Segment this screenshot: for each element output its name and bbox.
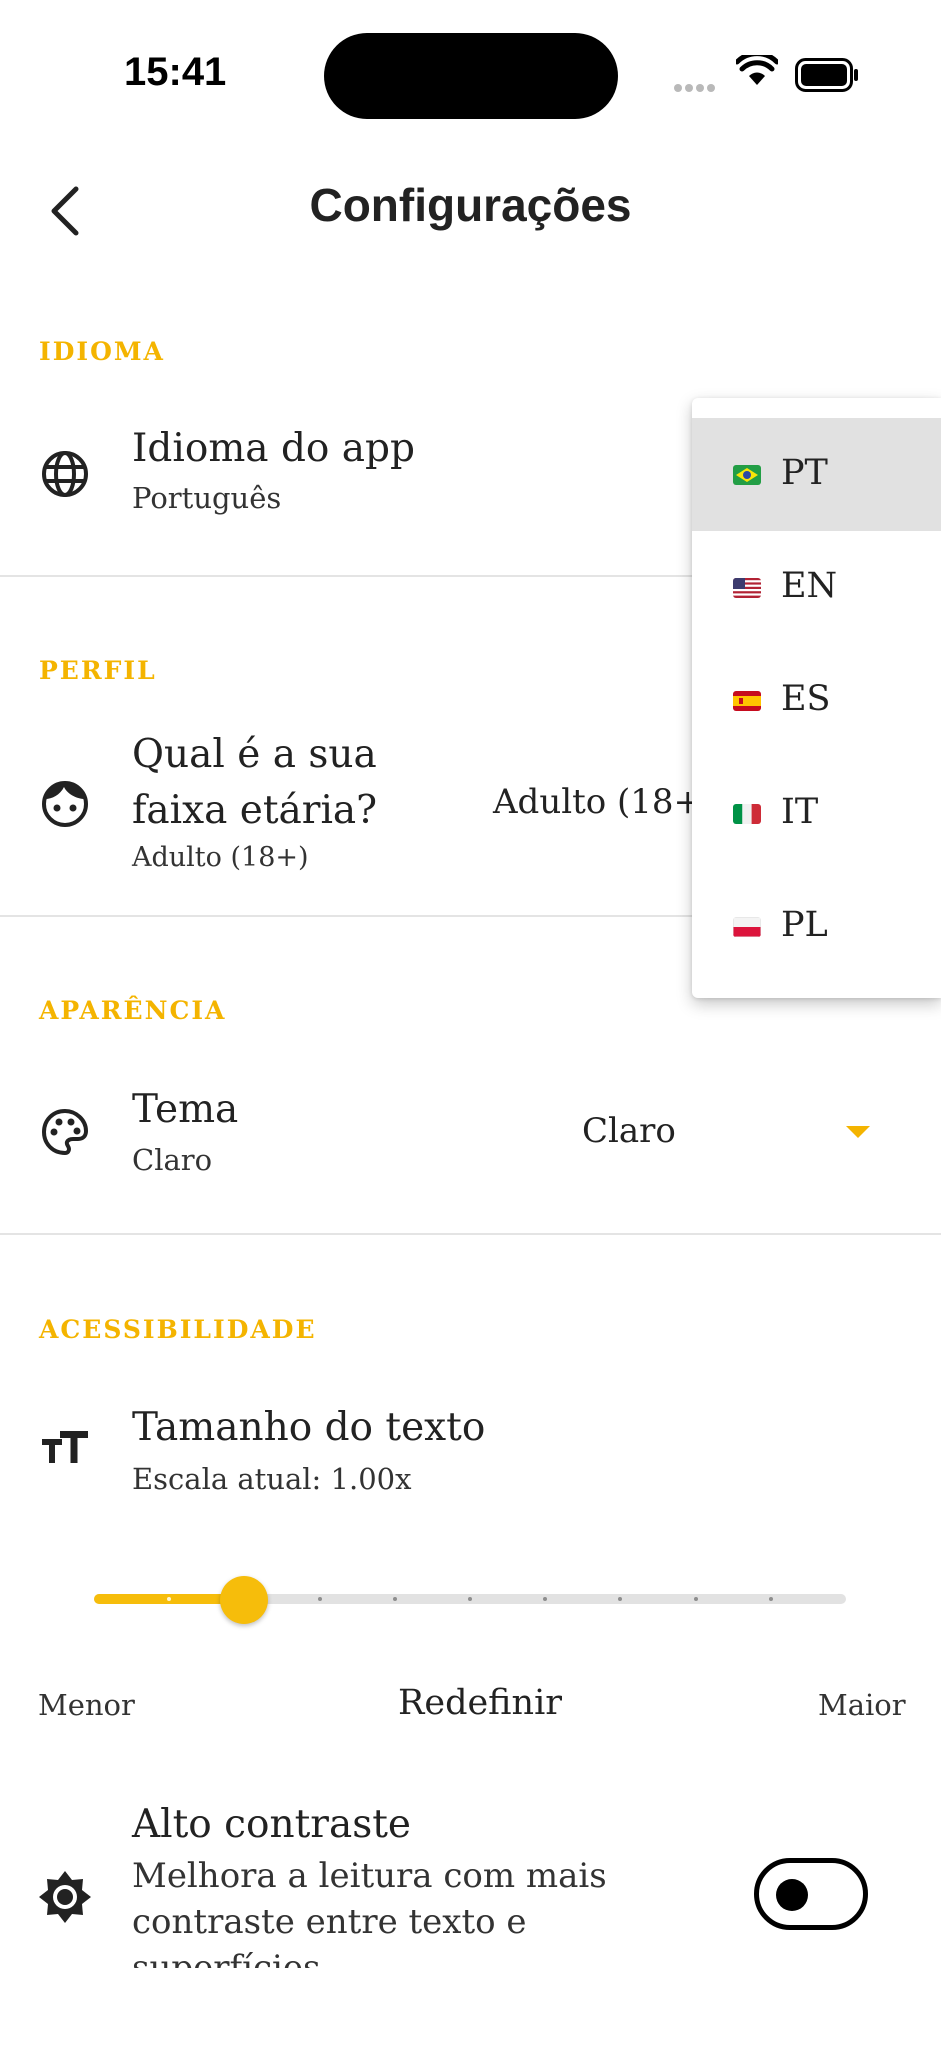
section-header-accessibility: ACESSIBILIDADE: [39, 1315, 317, 1344]
language-subtitle: Português: [132, 481, 282, 515]
text-size-icon: [40, 1425, 90, 1475]
language-option-pl[interactable]: PL: [692, 870, 941, 983]
section-header-language: IDIOMA: [39, 337, 165, 366]
face-icon: [38, 777, 92, 835]
flag-usa-icon: [733, 578, 761, 598]
slider-max-label: Maior: [818, 1688, 906, 1722]
page-title: Configurações: [309, 179, 632, 231]
slider-thumb[interactable]: [220, 1576, 269, 1624]
high-contrast-toggle[interactable]: [754, 1858, 868, 1930]
language-menu: PT EN ES IT PL: [692, 398, 941, 998]
language-option-label: PT: [781, 453, 828, 493]
age-subtitle: Adulto (18+): [132, 842, 309, 873]
slider-tick: [768, 1597, 773, 1601]
slider-tick: [317, 1597, 322, 1601]
slider-tick: [392, 1597, 397, 1601]
text-size-title: Tamanho do texto: [132, 1405, 486, 1450]
brightness-icon: [37, 1869, 93, 1929]
age-question: Qual é a sua faixa etária?: [132, 732, 378, 833]
flag-italy-icon: [733, 804, 761, 824]
flag-brazil-icon: [733, 465, 761, 485]
language-option-label: ES: [781, 679, 831, 719]
globe-icon: [38, 447, 92, 505]
age-dropdown-value[interactable]: Adulto (18+): [493, 782, 715, 822]
status-time: 15:41: [124, 50, 227, 94]
language-option-pt[interactable]: PT: [692, 418, 941, 531]
flag-spain-icon: [733, 691, 761, 711]
slider-tick: [693, 1597, 698, 1601]
cellular-signal-icon: [674, 77, 718, 96]
toggle-knob: [776, 1879, 808, 1911]
wifi-icon: [734, 51, 780, 91]
dynamic-island: [324, 33, 618, 119]
text-size-slider[interactable]: [94, 1576, 846, 1624]
flag-poland-icon: [733, 917, 761, 937]
battery-icon: [795, 58, 859, 96]
language-option-label: EN: [781, 566, 838, 606]
section-header-appearance: APARÊNCIA: [39, 996, 227, 1025]
language-option-es[interactable]: ES: [692, 644, 941, 757]
dropdown-arrow-icon[interactable]: [846, 1126, 870, 1138]
palette-icon: [38, 1105, 92, 1163]
language-option-en[interactable]: EN: [692, 531, 941, 644]
slider-min-label: Menor: [38, 1688, 135, 1722]
language-option-it[interactable]: IT: [692, 757, 941, 870]
theme-dropdown-value[interactable]: Claro: [582, 1111, 676, 1151]
high-contrast-title: Alto contraste: [132, 1802, 411, 1847]
section-header-profile: PERFIL: [39, 656, 157, 685]
reset-button[interactable]: Redefinir: [398, 1683, 562, 1723]
theme-title: Tema: [132, 1087, 239, 1132]
high-contrast-description: Melhora a leitura com mais contraste ent…: [132, 1856, 607, 1968]
text-size-subtitle: Escala atual: 1.00x: [132, 1462, 412, 1496]
language-option-label: PL: [781, 905, 828, 945]
divider: [0, 1233, 941, 1235]
theme-subtitle: Claro: [132, 1143, 213, 1177]
language-title: Idioma do app: [132, 426, 415, 471]
language-option-label: IT: [781, 792, 819, 832]
slider-tick: [468, 1597, 472, 1601]
